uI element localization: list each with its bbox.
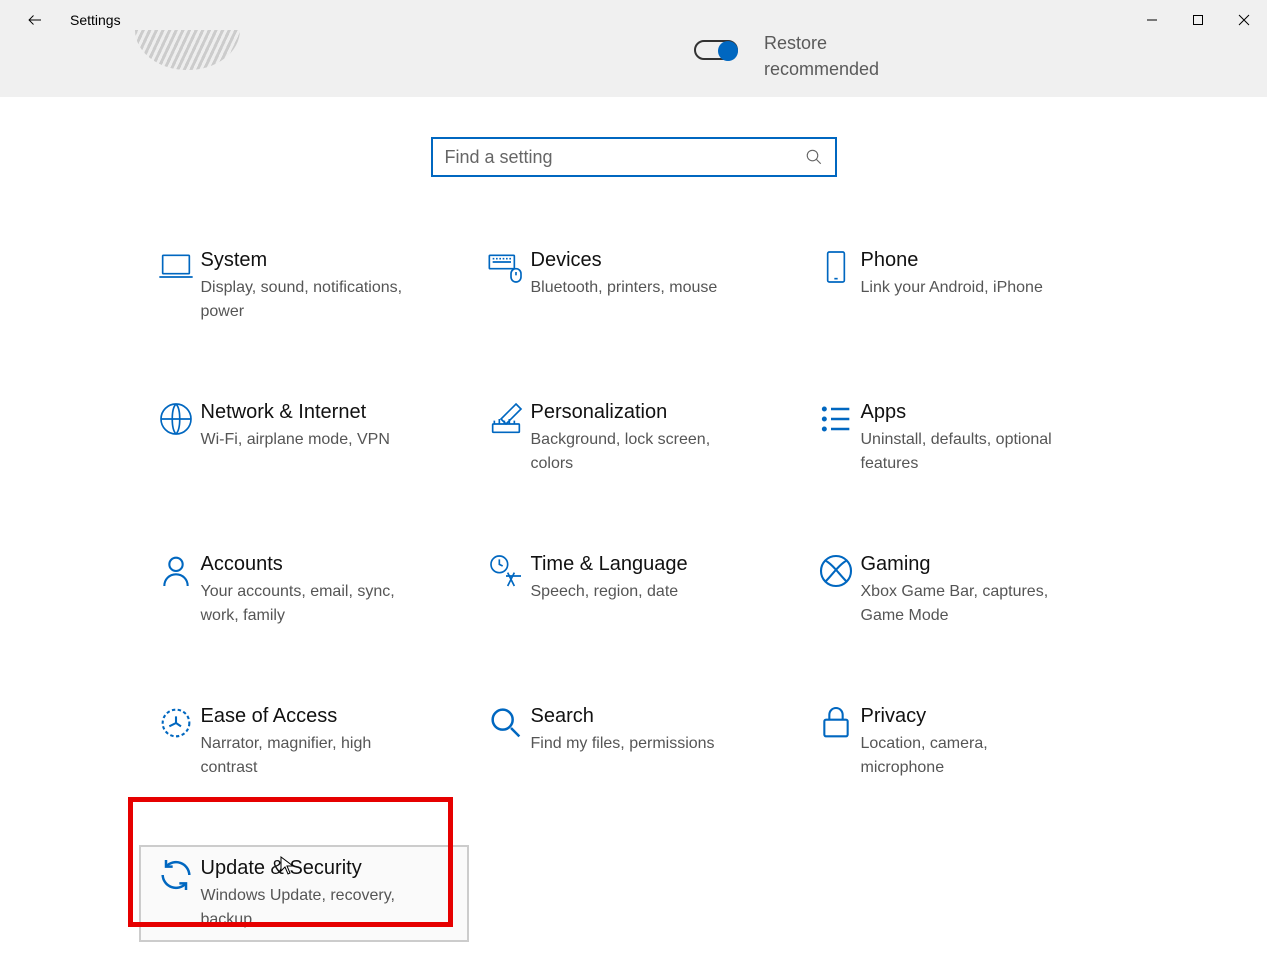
category-ease-of-access[interactable]: Ease of Access Narrator, magnifier, high … — [139, 693, 469, 790]
xbox-icon — [816, 551, 856, 591]
category-title: Accounts — [201, 553, 457, 576]
category-title: Ease of Access — [201, 705, 457, 728]
category-time-language[interactable]: Time & Language Speech, region, date — [469, 541, 799, 638]
category-title: Privacy — [861, 705, 1117, 728]
sync-icon — [156, 855, 196, 895]
category-desc: Link your Android, iPhone — [861, 276, 1071, 300]
category-title: System — [201, 249, 457, 272]
search-box[interactable] — [431, 137, 837, 177]
close-icon — [1238, 14, 1250, 26]
category-gaming[interactable]: Gaming Xbox Game Bar, captures, Game Mode — [799, 541, 1129, 638]
arrow-left-icon — [26, 11, 44, 29]
category-accounts[interactable]: Accounts Your accounts, email, sync, work… — [139, 541, 469, 638]
lock-icon — [816, 703, 856, 743]
category-desc: Uninstall, defaults, optional features — [861, 428, 1071, 476]
search-input[interactable] — [445, 147, 805, 168]
category-personalization[interactable]: Personalization Background, lock screen, … — [469, 389, 799, 486]
category-apps[interactable]: Apps Uninstall, defaults, optional featur… — [799, 389, 1129, 486]
window-title: Settings — [70, 12, 121, 28]
header-strip: Restorerecommended — [0, 40, 1267, 97]
magnifier-icon — [486, 703, 526, 743]
category-phone[interactable]: Phone Link your Android, iPhone — [799, 237, 1129, 334]
restore-recommended-toggle[interactable]: Restorerecommended — [694, 40, 738, 60]
category-desc: Windows Update, recovery, backup — [201, 884, 411, 932]
maximize-icon — [1192, 14, 1204, 26]
search-wrap — [0, 137, 1267, 177]
phone-icon — [816, 247, 856, 287]
category-desc: Display, sound, notifications, power — [201, 276, 411, 324]
category-title: Network & Internet — [201, 401, 457, 424]
account-avatar[interactable] — [135, 30, 240, 70]
back-button[interactable] — [0, 0, 70, 40]
toggle-label: Restorerecommended — [764, 30, 879, 82]
minimize-icon — [1146, 14, 1158, 26]
time-language-icon — [486, 551, 526, 591]
person-icon — [156, 551, 196, 591]
category-desc: Your accounts, email, sync, work, family — [201, 580, 411, 628]
category-devices[interactable]: Devices Bluetooth, printers, mouse — [469, 237, 799, 334]
category-title: Update & Security — [201, 857, 457, 880]
category-search[interactable]: Search Find my files, permissions — [469, 693, 799, 790]
category-title: Phone — [861, 249, 1117, 272]
category-update-security[interactable]: Update & Security Windows Update, recover… — [139, 845, 469, 942]
category-title: Search — [531, 705, 787, 728]
apps-list-icon — [816, 399, 856, 439]
category-desc: Bluetooth, printers, mouse — [531, 276, 741, 300]
category-desc: Narrator, magnifier, high contrast — [201, 732, 411, 780]
close-button[interactable] — [1221, 0, 1267, 40]
window-controls — [1129, 0, 1267, 40]
search-icon — [805, 148, 823, 166]
globe-icon — [156, 399, 196, 439]
category-title: Time & Language — [531, 553, 787, 576]
paintbrush-icon — [486, 399, 526, 439]
category-desc: Find my files, permissions — [531, 732, 741, 756]
category-desc: Wi-Fi, airplane mode, VPN — [201, 428, 411, 452]
maximize-button[interactable] — [1175, 0, 1221, 40]
category-desc: Xbox Game Bar, captures, Game Mode — [861, 580, 1071, 628]
ease-of-access-icon — [156, 703, 196, 743]
settings-grid: System Display, sound, notifications, pow… — [139, 237, 1129, 942]
toggle-icon — [694, 40, 738, 60]
keyboard-mouse-icon — [486, 247, 526, 287]
category-title: Apps — [861, 401, 1117, 424]
category-desc: Location, camera, microphone — [861, 732, 1071, 780]
category-title: Gaming — [861, 553, 1117, 576]
category-desc: Speech, region, date — [531, 580, 741, 604]
category-title: Devices — [531, 249, 787, 272]
category-desc: Background, lock screen, colors — [531, 428, 741, 476]
category-privacy[interactable]: Privacy Location, camera, microphone — [799, 693, 1129, 790]
minimize-button[interactable] — [1129, 0, 1175, 40]
category-network[interactable]: Network & Internet Wi-Fi, airplane mode, … — [139, 389, 469, 486]
category-system[interactable]: System Display, sound, notifications, pow… — [139, 237, 469, 334]
category-title: Personalization — [531, 401, 787, 424]
laptop-icon — [156, 247, 196, 287]
